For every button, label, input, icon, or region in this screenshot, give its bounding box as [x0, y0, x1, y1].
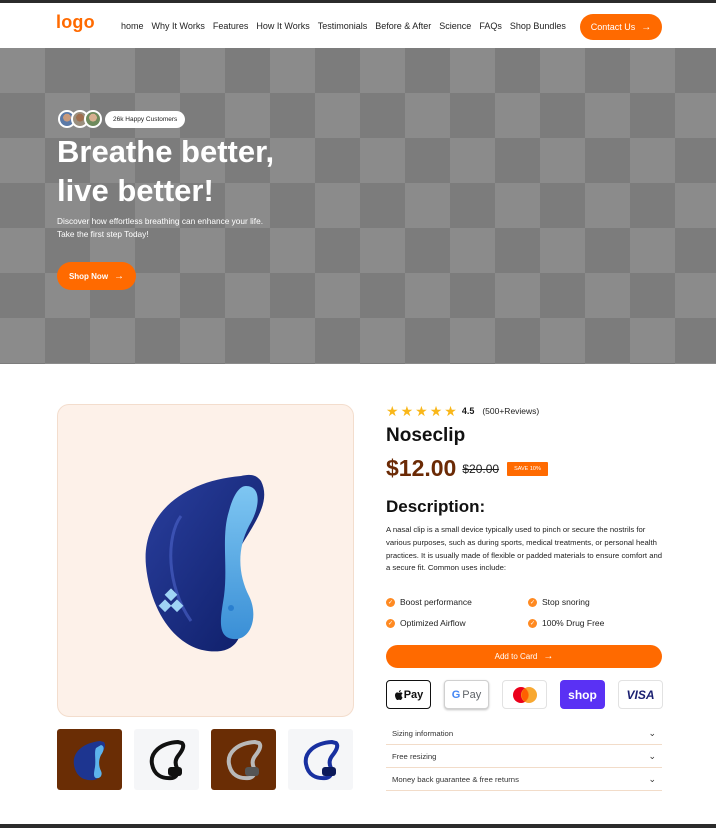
add-to-cart-button[interactable]: Add to Card →: [386, 645, 662, 668]
page-frame: logo home Why It Works Features How It W…: [0, 0, 716, 828]
happy-customers-badge: 26k Happy Customers: [105, 110, 186, 128]
noseclip-blue-icon: [73, 740, 105, 780]
hero-title-line2: live better!: [57, 173, 214, 208]
customer-avatars: 26k Happy Customers: [58, 110, 186, 128]
payment-methods: Pay G Pay shop VISA: [386, 680, 663, 709]
feature-label: 100% Drug Free: [542, 618, 605, 628]
accordion-label: Money back guarantee & free returns: [392, 774, 519, 784]
nav-link-before-after[interactable]: Before & After: [375, 21, 431, 31]
star-icon: ★: [400, 403, 414, 419]
shop-now-button[interactable]: Shop Now →: [57, 262, 136, 290]
apple-pay-label: Pay: [403, 688, 424, 701]
product-info-accordion: Sizing information ⌄ Free resizing ⌄ Mon…: [386, 722, 662, 791]
nav-link-testimonials[interactable]: Testimonials: [318, 21, 368, 31]
star-icon: ★: [444, 403, 457, 419]
star-icon: ★: [429, 403, 443, 419]
hero-title: Breathe better, live better!: [57, 132, 357, 210]
accordion-sizing-information[interactable]: Sizing information ⌄: [386, 722, 662, 745]
discount-badge: SAVE 10%: [507, 461, 548, 476]
contact-us-button[interactable]: Contact Us →: [580, 14, 662, 40]
noseclip-black-icon: [149, 739, 185, 780]
avatar: [84, 110, 102, 128]
mastercard-icon[interactable]: [502, 680, 547, 709]
feature-label: Optimized Airflow: [400, 618, 466, 628]
description-title: Description:: [386, 497, 486, 516]
visa-icon[interactable]: VISA: [618, 680, 663, 709]
arrow-right-icon: →: [114, 270, 125, 282]
product-thumbnails: [57, 729, 353, 790]
feature-item: ✓ 100% Drug Free: [528, 618, 662, 628]
add-to-cart-label: Add to Card: [494, 652, 538, 661]
noseclip-image: [145, 474, 264, 651]
shop-pay-icon[interactable]: shop: [560, 680, 605, 709]
hero-subtitle: Discover how effortless breathing can en…: [57, 215, 317, 241]
google-g-icon: G: [451, 688, 461, 701]
apple-logo-icon: [394, 689, 403, 700]
thumbnail-4[interactable]: [288, 729, 353, 790]
review-count[interactable]: (500+Reviews): [482, 406, 539, 416]
star-rating: ★ ★ ★ ★ ★: [386, 404, 457, 418]
chevron-down-icon: ⌄: [648, 773, 656, 784]
chevron-down-icon: ⌄: [648, 727, 656, 738]
description-text: A nasal clip is a small device typically…: [386, 525, 663, 573]
star-icon: ★: [415, 403, 428, 419]
nav-link-home[interactable]: home: [121, 21, 144, 31]
check-icon: ✓: [386, 597, 395, 607]
accordion-label: Sizing information: [392, 728, 454, 738]
chevron-down-icon: ⌄: [648, 750, 656, 761]
bottom-border: [0, 824, 716, 828]
price-row: $12.00 $20.00 SAVE 10%: [386, 455, 548, 482]
rating-value: 4.5: [461, 406, 475, 416]
star-icon: ★: [386, 403, 399, 419]
hero-subtitle-line2: Take the first step Today!: [57, 229, 149, 239]
check-icon: ✓: [386, 618, 395, 628]
site-header: logo home Why It Works Features How It W…: [0, 6, 716, 48]
original-price: $20.00: [462, 461, 500, 476]
google-pay-label: Pay: [462, 688, 482, 701]
hero-subtitle-line1: Discover how effortless breathing can en…: [57, 216, 264, 226]
hero-title-line1: Breathe better,: [57, 134, 275, 169]
contact-us-label: Contact Us: [590, 22, 636, 32]
shop-now-label: Shop Now: [68, 271, 109, 281]
nav-link-shop-bundles[interactable]: Shop Bundles: [510, 21, 566, 31]
feature-item: ✓ Stop snoring: [528, 597, 662, 607]
arrow-right-icon: →: [641, 21, 652, 33]
mastercard-logo-icon: [512, 686, 537, 703]
nav-link-how-it-works[interactable]: How It Works: [256, 21, 309, 31]
google-pay-icon[interactable]: G Pay: [444, 680, 489, 709]
accordion-label: Free resizing: [392, 751, 437, 761]
feature-list: ✓ Boost performance ✓ Stop snoring ✓ Opt…: [386, 597, 662, 628]
nav-link-features[interactable]: Features: [213, 21, 249, 31]
current-price: $12.00: [386, 455, 457, 481]
thumbnail-3[interactable]: [211, 729, 276, 790]
check-icon: ✓: [528, 597, 537, 607]
noseclip-navy-icon: [303, 739, 339, 780]
noseclip-grey-icon: [226, 739, 262, 780]
apple-pay-icon[interactable]: Pay: [386, 680, 431, 709]
arrow-right-icon: →: [543, 651, 554, 662]
thumbnail-1[interactable]: [57, 729, 122, 790]
feature-label: Stop snoring: [542, 597, 590, 607]
nav-link-science[interactable]: Science: [439, 21, 471, 31]
thumbnail-2[interactable]: [134, 729, 199, 790]
nav-link-faqs[interactable]: FAQs: [479, 21, 502, 31]
feature-item: ✓ Optimized Airflow: [386, 618, 528, 628]
accordion-money-back-guarantee[interactable]: Money back guarantee & free returns ⌄: [386, 768, 662, 791]
product-main-image: [57, 404, 354, 717]
check-icon: ✓: [528, 618, 537, 628]
product-rating: ★ ★ ★ ★ ★ 4.5 (500+Reviews): [386, 404, 539, 418]
hero-section: 26k Happy Customers Breathe better, live…: [0, 48, 716, 364]
accordion-free-resizing[interactable]: Free resizing ⌄: [386, 745, 662, 768]
feature-item: ✓ Boost performance: [386, 597, 528, 607]
product-title: Noseclip: [386, 425, 466, 446]
nav-link-why-it-works[interactable]: Why It Works: [152, 21, 205, 31]
logo[interactable]: logo: [56, 12, 95, 33]
main-nav: home Why It Works Features How It Works …: [121, 21, 574, 31]
feature-label: Boost performance: [400, 597, 472, 607]
